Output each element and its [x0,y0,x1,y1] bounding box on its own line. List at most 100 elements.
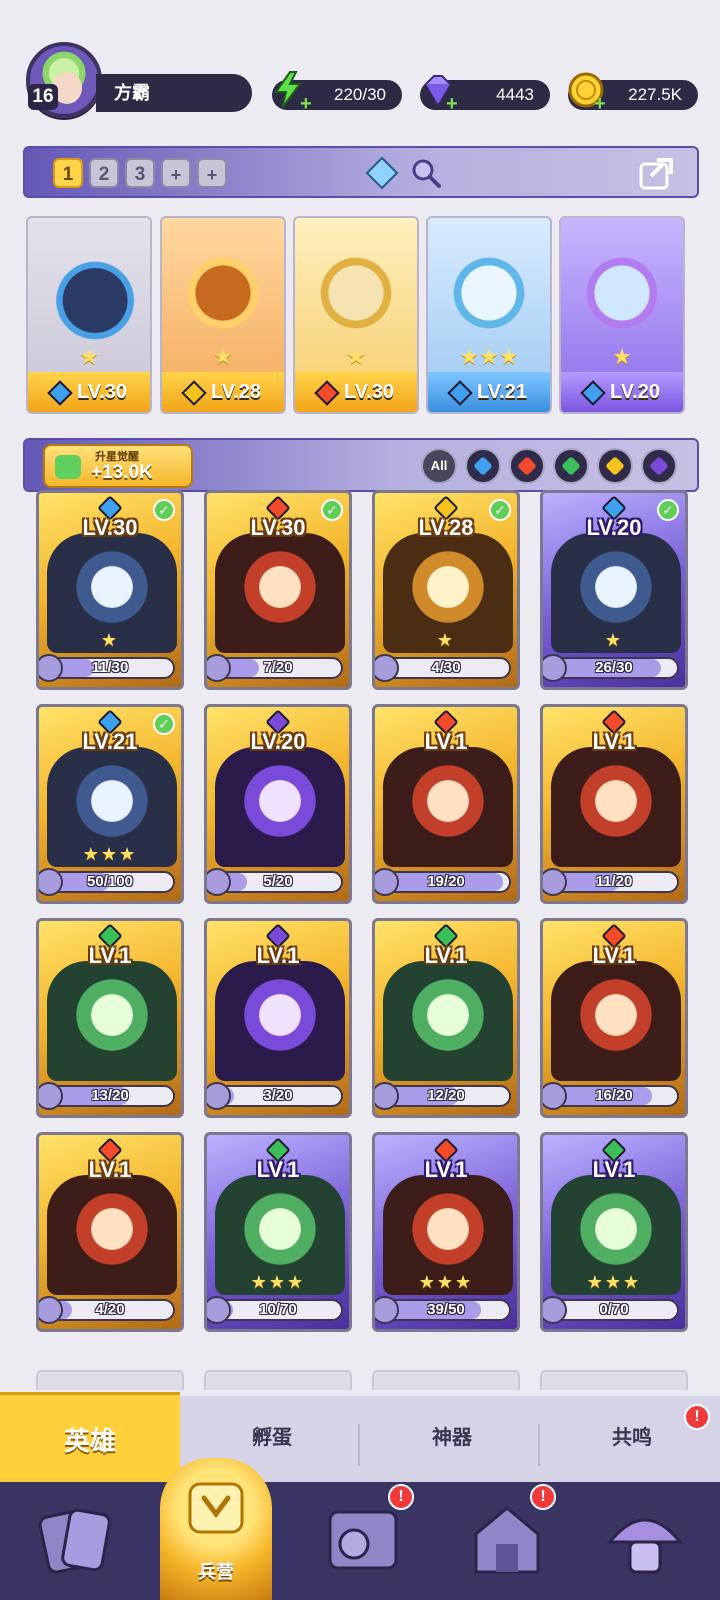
hero-portrait [215,747,345,867]
shard-count: 11/30 [91,659,129,676]
hero-level: LV.1 [424,729,468,754]
shard-icon [375,1296,399,1324]
hero-card[interactable]: LV.30 ✓ ★ 11/30 [36,490,184,690]
team-tab-2[interactable]: 2 [89,158,119,188]
shard-progress-bar: 7/20 [213,657,343,679]
star-icon: ★ [213,344,233,369]
shard-progress-bar: 0/70 [549,1299,679,1321]
filter-bar: 升星觉醒 +13.0K All [23,438,699,492]
team-hero-card[interactable]: ★ LV.30 [293,216,419,414]
filter-wind-button[interactable] [553,448,589,484]
hero-portrait [383,961,513,1081]
check-icon: ✓ [489,499,511,521]
light-element-icon [181,379,207,406]
hero-card[interactable]: LV.20 5/20 [204,704,352,904]
gold-plus-icon[interactable]: + [594,94,610,114]
level-text: LV.21 [476,381,528,403]
barracks-icon [188,1482,244,1534]
gem-plus-icon[interactable]: + [446,94,462,114]
star-icon: ★★★ [459,344,519,369]
star-rating: ★ [436,630,456,650]
hero-card[interactable]: LV.1 16/20 [540,918,688,1118]
player-name[interactable]: 方霸 [96,74,252,112]
hero-card[interactable]: LV.20 ✓ ★ 26/30 [540,490,688,690]
team-hero-card[interactable]: ★★★ LV.21 [426,216,552,414]
team-hero-card[interactable]: ★ LV.20 [559,216,685,414]
filter-dark-button[interactable] [641,448,677,484]
filter-water-button[interactable] [465,448,501,484]
share-icon[interactable] [637,152,677,192]
hero-portrait [383,747,513,867]
shard-progress-bar: 10/70 [213,1299,343,1321]
tab-artifact[interactable]: 神器 [362,1410,542,1466]
hero-card[interactable]: LV.1 3/20 [204,918,352,1118]
fire-element-icon [314,379,340,406]
shard-icon [375,868,399,896]
tab-divider [358,1424,360,1466]
cards-icon[interactable] [30,1494,120,1584]
shard-icon [207,654,231,682]
shard-icon [543,1082,567,1110]
shard-count: 50/100 [87,873,133,890]
check-icon: ✓ [321,499,343,521]
hero-level: LV.1 [592,943,636,968]
hero-card-partial [204,1370,352,1390]
hero-card-partial [540,1370,688,1390]
search-icon[interactable] [409,156,443,190]
hero-level: LV.1 [88,943,132,968]
hero-card[interactable]: LV.30 ✓ 7/20 [204,490,352,690]
hero-card[interactable]: LV.1 4/20 [36,1132,184,1332]
level-text: LV.28 [210,381,262,403]
energy-plus-icon[interactable]: + [300,94,316,114]
team-tab-3[interactable]: 3 [125,158,155,188]
team-hero-level: LV.20 [561,372,683,412]
level-text: LV.30 [343,381,395,403]
shard-icon [207,1296,231,1324]
team-panel: 1 2 3 + + [23,146,699,198]
hero-card[interactable]: LV.1 11/20 [540,704,688,904]
notification-badge: ! [530,1484,556,1510]
hero-card[interactable]: LV.1 ★★★ 0/70 [540,1132,688,1332]
hero-card[interactable]: LV.1 13/20 [36,918,184,1118]
shard-count: 0/70 [599,1301,629,1318]
element-diamond-icon[interactable] [365,156,399,190]
shard-progress-bar: 39/50 [381,1299,511,1321]
water-element-icon [447,379,473,406]
shard-progress-bar: 11/30 [45,657,175,679]
hero-card[interactable]: LV.21 ✓ ★★★ 50/100 [36,704,184,904]
hero-card[interactable]: LV.1 19/20 [372,704,520,904]
filter-light-button[interactable] [597,448,633,484]
team-hero-card[interactable]: ★ LV.30 [26,216,152,414]
check-icon: ✓ [153,713,175,735]
awaken-bonus-button[interactable]: 升星觉醒 +13.0K [43,444,193,488]
star-rating: ★★★ [418,1272,474,1292]
team-hero-card[interactable]: ★ LV.28 [160,216,286,414]
team-tab-add-1[interactable]: + [161,158,191,188]
shard-count: 10/70 [259,1301,297,1318]
team-hero-level: LV.28 [162,372,284,412]
dark-element-icon [649,456,669,476]
awaken-value: +13.0K [91,462,153,483]
hero-level: LV.1 [88,1157,132,1182]
shard-progress-bar: 16/20 [549,1085,679,1107]
check-icon: ✓ [657,499,679,521]
hero-level: LV.1 [424,943,468,968]
shard-progress-bar: 4/30 [381,657,511,679]
barracks-label: 兵营 [198,1562,234,1582]
hero-card[interactable]: LV.28 ✓ ★ 4/30 [372,490,520,690]
hero-card[interactable]: LV.1 ★★★ 39/50 [372,1132,520,1332]
heart-icon [55,455,81,479]
shard-icon [207,868,231,896]
filter-all-button[interactable]: All [421,448,457,484]
mushroom-shop-icon[interactable] [600,1494,690,1584]
hero-card[interactable]: LV.1 ★★★ 10/70 [204,1132,352,1332]
team-tab-1[interactable]: 1 [53,158,83,188]
shard-count: 16/20 [595,1087,633,1104]
team-tab-add-2[interactable]: + [197,158,227,188]
shard-count: 11/20 [595,873,633,890]
hero-card[interactable]: LV.1 12/20 [372,918,520,1118]
hero-level: LV.20 [250,729,306,754]
star-rating: ★★★ [586,1272,642,1292]
tab-heroes[interactable]: 英雄 [0,1392,180,1484]
filter-fire-button[interactable] [509,448,545,484]
